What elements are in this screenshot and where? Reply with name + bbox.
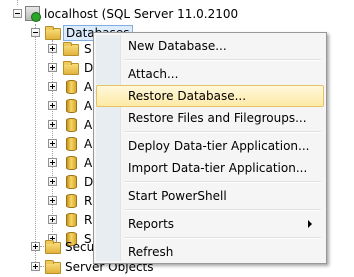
expand-toggle-icon[interactable]	[48, 44, 57, 53]
tree-node-child[interactable]: D	[0, 59, 93, 77]
tree-node-child[interactable]: A	[0, 116, 93, 134]
tree-node-label: A	[84, 99, 93, 113]
menu-item-start-powershell[interactable]: Start PowerShell	[96, 185, 324, 207]
menu-separator	[125, 59, 321, 61]
tree-node-label: R	[84, 194, 93, 208]
expand-toggle-icon[interactable]	[48, 139, 57, 148]
menu-item-label: Start PowerShell	[128, 189, 227, 203]
menu-item-label: Restore Files and Filegroups...	[128, 111, 307, 125]
tree-node-child[interactable]: R	[0, 192, 93, 210]
folder-icon	[45, 26, 61, 40]
context-menu: New Database... Attach... Restore Databa…	[93, 32, 327, 264]
tree-node-child[interactable]: A	[0, 78, 93, 96]
tree-node-server[interactable]: localhost (SQL Server 11.0.2100	[0, 5, 354, 23]
tree-node-label: D	[84, 61, 94, 75]
expand-toggle-icon[interactable]	[31, 262, 40, 271]
tree-node-label: A	[84, 80, 93, 94]
expand-toggle-icon[interactable]	[48, 177, 57, 186]
tree-node-label: Secu	[65, 240, 95, 254]
tree-node-label: R	[84, 213, 93, 227]
menu-item-label: Restore Database...	[128, 89, 247, 103]
tree-node-child[interactable]: A	[0, 135, 93, 153]
folder-icon	[63, 61, 79, 75]
menu-separator	[125, 209, 321, 211]
menu-item-label: Refresh	[128, 245, 174, 259]
database-icon	[66, 213, 77, 227]
menu-separator	[125, 181, 321, 183]
tree-node-child[interactable]: A	[0, 154, 93, 172]
menu-item-deploy-data-tier[interactable]: Deploy Data-tier Application...	[96, 135, 324, 157]
menu-item-label: Attach...	[128, 67, 179, 81]
expand-toggle-icon[interactable]	[48, 101, 57, 110]
database-icon	[66, 137, 77, 151]
tree-node-child[interactable]: D	[0, 173, 93, 191]
database-icon	[66, 80, 77, 94]
expand-toggle-icon[interactable]	[48, 158, 57, 167]
server-node-label: localhost (SQL Server 11.0.2100	[44, 7, 239, 21]
menu-item-label: Deploy Data-tier Application...	[128, 139, 310, 153]
menu-item-label: New Database...	[128, 39, 227, 53]
tree-node-child[interactable]: A	[0, 97, 93, 115]
tree-node-child[interactable]: R	[0, 211, 93, 229]
server-icon	[25, 6, 41, 22]
collapse-toggle-icon[interactable]	[13, 9, 22, 18]
expand-toggle-icon[interactable]	[48, 63, 57, 72]
tree-node-label: A	[84, 156, 93, 170]
tree-node-label: A	[84, 137, 93, 151]
expand-toggle-icon[interactable]	[48, 215, 57, 224]
menu-item-refresh[interactable]: Refresh	[96, 241, 324, 263]
menu-separator	[125, 131, 321, 133]
expand-toggle-icon[interactable]	[48, 120, 57, 129]
tree-node-label: A	[84, 118, 93, 132]
expand-toggle-icon[interactable]	[31, 242, 40, 251]
menu-item-new-database[interactable]: New Database...	[96, 35, 324, 57]
menu-item-label: Reports	[128, 217, 175, 231]
database-icon	[66, 156, 77, 170]
collapse-toggle-icon[interactable]	[31, 28, 40, 37]
tree-node-child[interactable]: S	[0, 40, 93, 58]
submenu-arrow-icon	[308, 220, 312, 228]
tree-node-security[interactable]: Secu	[0, 238, 95, 256]
tree-node-label: S	[84, 42, 92, 56]
menu-item-label: Import Data-tier Application...	[128, 161, 308, 175]
menu-item-import-data-tier[interactable]: Import Data-tier Application...	[96, 157, 324, 179]
menu-separator	[125, 237, 321, 239]
menu-item-restore-files-filegroups[interactable]: Restore Files and Filegroups...	[96, 107, 324, 129]
database-icon	[66, 175, 77, 189]
database-icon	[66, 99, 77, 113]
database-icon	[66, 118, 77, 132]
folder-icon	[45, 260, 61, 274]
folder-icon	[63, 42, 79, 56]
tree-node-label: D	[84, 175, 94, 189]
expand-toggle-icon[interactable]	[48, 196, 57, 205]
folder-icon	[45, 240, 61, 254]
expand-toggle-icon[interactable]	[48, 82, 57, 91]
menu-item-restore-database[interactable]: Restore Database...	[96, 85, 324, 107]
menu-item-reports[interactable]: Reports	[96, 213, 324, 235]
database-icon	[66, 194, 77, 208]
menu-item-attach[interactable]: Attach...	[96, 63, 324, 85]
